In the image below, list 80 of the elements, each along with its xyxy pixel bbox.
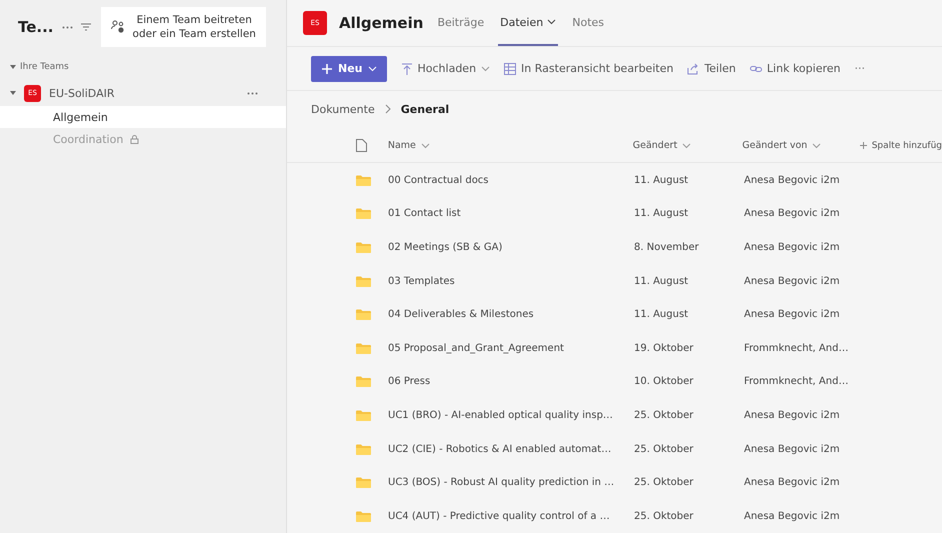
file-name-link[interactable]: 01 Contact list bbox=[388, 208, 634, 220]
folder-icon bbox=[356, 376, 371, 388]
chevron-down-icon bbox=[682, 142, 692, 149]
column-header[interactable]: Geändert bbox=[632, 140, 742, 152]
table-cell-text: Frommknecht, And… bbox=[744, 342, 850, 354]
table-cell-text: Frommknecht, And… bbox=[744, 376, 850, 388]
filter-icon bbox=[80, 23, 91, 31]
table-cell-text: Anesa Begovic i2m bbox=[744, 309, 841, 320]
toolbar-button[interactable]: In Rasteransicht bearbeiten bbox=[504, 62, 674, 76]
table-cell-text: 25. Oktober bbox=[634, 410, 694, 421]
lock-icon bbox=[130, 134, 140, 144]
chevron-right-icon bbox=[384, 104, 391, 114]
tab[interactable]: Notes bbox=[570, 0, 606, 46]
toolbar-button[interactable]: Hochladen bbox=[400, 62, 490, 76]
table-cell-text: Anesa Begovic i2m bbox=[744, 208, 841, 220]
table-cell-text: Anesa Begovic i2m bbox=[744, 510, 841, 522]
file-name-link[interactable]: 05 Proposal_and_Grant_Agreement bbox=[388, 342, 634, 354]
table-cell-text: 19. Oktober bbox=[634, 342, 694, 354]
new-button[interactable]: Neu bbox=[311, 56, 386, 82]
folder-icon bbox=[356, 242, 371, 253]
chevron-down-icon bbox=[812, 142, 822, 149]
more-options-button[interactable]: ··· bbox=[854, 62, 865, 76]
table-cell-text: 25. Oktober bbox=[634, 510, 694, 522]
team-name[interactable]: EU-SoliDAIR bbox=[49, 86, 114, 100]
file-name-link[interactable]: 03 Templates bbox=[388, 276, 634, 287]
folder-icon bbox=[356, 342, 371, 354]
table-cell-text: 10. Oktober bbox=[634, 376, 694, 388]
table-cell-text: 25. Oktober bbox=[634, 444, 694, 455]
breadcrumb-current[interactable]: General bbox=[400, 102, 450, 116]
table-cell-text: Anesa Begovic i2m bbox=[744, 174, 841, 186]
file-name-link[interactable]: UC1 (BRO) - AI-enabled optical quality insp… bbox=[388, 410, 634, 421]
upload-icon bbox=[400, 62, 412, 75]
share-icon bbox=[687, 62, 700, 75]
folder-icon bbox=[356, 477, 371, 488]
table-cell-text: 8. November bbox=[634, 242, 700, 253]
grid-icon bbox=[504, 62, 516, 75]
plus-icon bbox=[860, 142, 867, 150]
column-header[interactable]: Geändert von bbox=[742, 140, 860, 152]
toolbar-button[interactable]: Link kopieren bbox=[750, 62, 840, 76]
more-options-icon[interactable] bbox=[62, 26, 73, 28]
add-column-button[interactable]: Spalte hinzufüg bbox=[860, 140, 942, 151]
file-name-link[interactable]: UC3 (BOS) - Robust AI quality prediction in … bbox=[388, 477, 634, 488]
table-cell-text: Anesa Begovic i2m bbox=[744, 276, 841, 287]
breadcrumb-link[interactable]: Dokumente bbox=[311, 102, 375, 116]
join-team-button[interactable]: Einem Team beitreten oder ein Team erstellen bbox=[100, 7, 266, 47]
channel-item[interactable]: Allgemein bbox=[0, 106, 286, 128]
folder-icon bbox=[356, 276, 371, 287]
plus-icon bbox=[321, 62, 333, 75]
table-cell-text: 11. August bbox=[634, 276, 690, 287]
file-name-link[interactable]: UC2 (CIE) - Robotics & AI enabled automat… bbox=[388, 444, 634, 455]
file-name-link[interactable]: 04 Deliverables & Milestones bbox=[388, 309, 634, 320]
tab[interactable]: Beiträge bbox=[435, 0, 486, 46]
file-name-link[interactable]: UC4 (AUT) - Predictive quality control of a … bbox=[388, 510, 634, 522]
chevron-down-icon bbox=[368, 66, 376, 72]
table-cell-text: 11. August bbox=[634, 208, 690, 220]
table-cell-text: Anesa Begovic i2m bbox=[744, 410, 841, 421]
sidebar-title: Te... bbox=[18, 18, 54, 36]
table-cell-text: 11. August bbox=[634, 309, 690, 320]
more-options-icon[interactable] bbox=[247, 92, 258, 94]
folder-icon bbox=[356, 410, 371, 421]
tab[interactable]: Dateien bbox=[498, 0, 558, 46]
folder-icon bbox=[356, 444, 371, 455]
table-cell-text: Anesa Begovic i2m bbox=[744, 242, 841, 253]
table-cell-text: Anesa Begovic i2m bbox=[744, 444, 841, 455]
file-name-link[interactable]: 02 Meetings (SB & GA) bbox=[388, 242, 634, 253]
folder-icon bbox=[356, 174, 371, 186]
table-cell-text: 11. August bbox=[634, 174, 690, 186]
column-header[interactable]: Name bbox=[388, 140, 633, 152]
file-name-link[interactable]: 00 Contractual docs bbox=[388, 174, 634, 186]
table-cell-text: Anesa Begovic i2m bbox=[744, 477, 841, 488]
channel-title: Allgemein bbox=[339, 14, 424, 32]
file-icon bbox=[356, 139, 367, 152]
folder-icon bbox=[356, 510, 371, 522]
table-cell-text: 25. Oktober bbox=[634, 477, 694, 488]
chevron-down-icon bbox=[420, 142, 430, 149]
folder-icon bbox=[356, 309, 371, 320]
file-name-link[interactable]: 06 Press bbox=[388, 376, 634, 388]
section-label[interactable]: Ihre Teams bbox=[20, 62, 69, 72]
folder-icon bbox=[356, 208, 371, 220]
toolbar-button[interactable]: Teilen bbox=[687, 62, 736, 76]
